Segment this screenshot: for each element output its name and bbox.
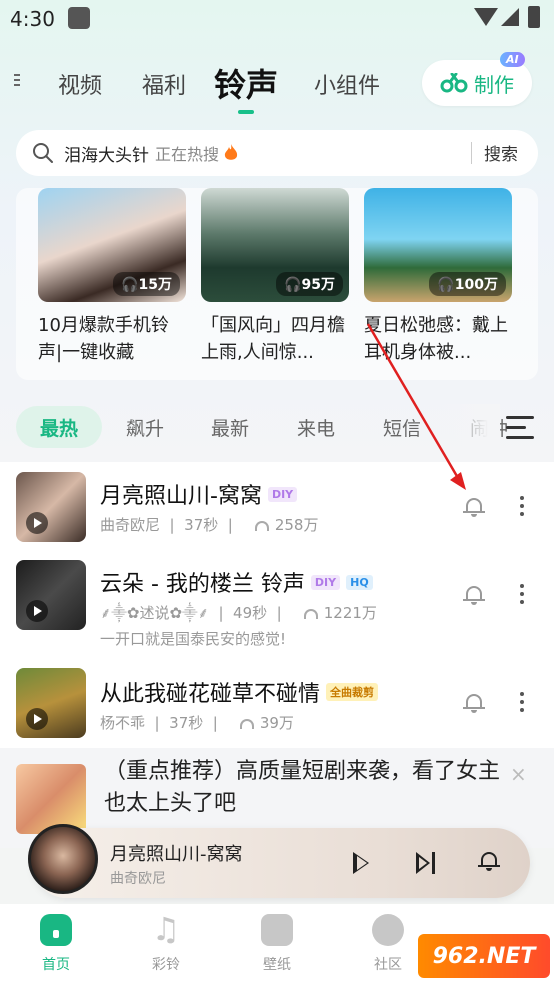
ad-image <box>16 764 86 834</box>
side-menu-icon[interactable] <box>14 74 20 92</box>
playlist-card[interactable]: 🎧95万 「国风向」四月檐上雨,人间惊... <box>201 188 349 366</box>
song-thumbnail <box>16 472 86 542</box>
battery-icon <box>528 6 540 28</box>
scissors-icon <box>440 73 468 93</box>
song-thumbnail <box>16 560 86 630</box>
song-title: 月亮照山川-窝窝 DIY <box>100 478 298 510</box>
category-tab-rising[interactable]: 飙升 <box>126 414 164 441</box>
nav-color-ring-label: 彩铃 <box>152 957 180 973</box>
tab-video[interactable]: 视频 <box>58 68 102 100</box>
category-menu-icon[interactable] <box>506 416 534 440</box>
song-meta: 杨不乖 | 37秒 | 39万 <box>100 714 294 732</box>
make-button-label: 制作 <box>474 72 514 97</box>
next-track-icon[interactable] <box>416 852 436 874</box>
set-ringtone-bell-icon[interactable] <box>463 584 485 606</box>
playlist-card[interactable]: 🎧15万 10月爆款手机铃声|一键收藏 <box>38 188 186 366</box>
playlist-cover: 🎧95万 <box>201 188 349 302</box>
play-icon[interactable] <box>26 708 48 730</box>
more-options-icon[interactable] <box>520 496 524 516</box>
hq-badge: HQ <box>346 574 373 590</box>
headphone-icon <box>239 718 254 729</box>
set-ringtone-bell-icon[interactable] <box>463 692 485 714</box>
playlist-cover: 🎧100万 <box>364 188 512 302</box>
playlist-title: 10月爆款手机铃声|一键收藏 <box>38 315 169 363</box>
search-bar[interactable]: 泪海大头针 正在热搜 搜索 <box>16 130 538 176</box>
tab-widget[interactable]: 小组件 <box>314 68 380 100</box>
player-title: 月亮照山川-窝窝 <box>110 844 243 865</box>
tab-ringtone[interactable]: 铃声 <box>214 60 278 106</box>
top-nav: 视频 福利 铃声 小组件 制作 AI <box>0 50 554 120</box>
search-button[interactable]: 搜索 <box>484 140 518 165</box>
search-divider <box>471 142 472 164</box>
site-watermark: 962.NET <box>418 934 550 978</box>
player-artist: 曲奇欧尼 <box>110 871 166 887</box>
flame-icon <box>224 144 238 160</box>
signal-icon <box>501 8 519 26</box>
full-cut-badge: 全曲裁剪 <box>326 683 379 701</box>
nav-wallpaper-label: 壁纸 <box>263 957 291 973</box>
notification-icon <box>68 7 90 29</box>
headphone-icon <box>254 520 269 531</box>
play-count: 🎧95万 <box>276 272 343 296</box>
playlist-title: 「国风向」四月檐上雨,人间惊... <box>201 315 345 363</box>
mini-player[interactable]: 月亮照山川-窝窝 曲奇欧尼 <box>28 824 530 898</box>
nav-color-ring[interactable]: 彩铃 <box>126 910 206 974</box>
category-tab-sms[interactable]: 短信 <box>383 414 421 441</box>
play-button-icon[interactable] <box>353 852 369 874</box>
song-title: 从此我碰花碰草不碰情 全曲裁剪 <box>100 676 379 708</box>
nav-home-label: 首页 <box>42 957 70 973</box>
song-description: 一开口就是国泰民安的感觉! <box>100 630 287 648</box>
tabs-fade <box>440 404 500 450</box>
diy-badge: DIY <box>310 574 341 590</box>
active-tab-indicator <box>238 110 254 114</box>
category-tab-newest[interactable]: 最新 <box>211 414 249 441</box>
song-title: 云朵 - 我的楼兰 铃声 DIY HQ <box>100 566 373 598</box>
status-bar: 4:30 <box>0 0 554 38</box>
playlist-card[interactable]: 🎧100万 夏日松弛感：戴上耳机身体被... <box>364 188 512 366</box>
ad-text: （重点推荐）高质量短剧来袭，看了女主也太上头了吧 <box>104 759 501 816</box>
tab-welfare[interactable]: 福利 <box>142 68 186 100</box>
playlist-title: 夏日松弛感：戴上耳机身体被... <box>364 315 508 363</box>
home-icon <box>40 914 72 946</box>
more-options-icon[interactable] <box>520 584 524 604</box>
headphone-icon <box>303 608 318 619</box>
more-options-icon[interactable] <box>520 692 524 712</box>
song-meta: ⸙⸎✿述说✿⸎⸙ | 49秒 | 1221万 <box>100 604 377 622</box>
category-tabs: 最热 飙升 最新 来电 短信 闹钟 <box>0 404 554 450</box>
song-list: 月亮照山川-窝窝 DIY 曲奇欧尼 | 37秒 | 258万 云朵 - 我的楼兰 铃… <box>0 462 554 748</box>
playlist-cover: 🎧15万 <box>38 188 186 302</box>
wallpaper-icon <box>261 914 293 946</box>
playlist-carousel: 🎧15万 10月爆款手机铃声|一键收藏 🎧95万 「国风向」四月檐上雨,人间惊.… <box>16 188 538 380</box>
category-tab-hot[interactable]: 最热 <box>16 406 102 448</box>
play-icon[interactable] <box>26 512 48 534</box>
play-count: 🎧100万 <box>429 272 506 296</box>
search-icon <box>33 143 53 163</box>
song-meta: 曲奇欧尼 | 37秒 | 258万 <box>100 516 319 534</box>
planet-icon <box>372 914 404 946</box>
search-hot-query: 泪海大头针 <box>64 145 149 166</box>
ai-badge: AI <box>500 52 525 67</box>
category-tab-call[interactable]: 来电 <box>297 414 335 441</box>
diy-badge: DIY <box>267 486 298 502</box>
search-hot-label: 正在热搜 <box>155 145 220 164</box>
play-icon[interactable] <box>26 600 48 622</box>
nav-home[interactable]: 首页 <box>16 914 96 974</box>
music-note-icon <box>150 910 182 948</box>
player-bell-icon[interactable] <box>478 850 500 872</box>
close-icon[interactable]: × <box>510 762 527 786</box>
song-thumbnail <box>16 668 86 738</box>
nav-wallpaper[interactable]: 壁纸 <box>237 914 317 974</box>
nav-community[interactable]: 社区 <box>348 914 428 974</box>
play-count: 🎧15万 <box>113 272 180 296</box>
wifi-icon <box>474 8 498 26</box>
status-time: 4:30 <box>10 7 55 31</box>
nav-community-label: 社区 <box>374 957 402 973</box>
player-cover[interactable] <box>28 824 98 894</box>
set-ringtone-bell-icon[interactable] <box>463 496 485 518</box>
